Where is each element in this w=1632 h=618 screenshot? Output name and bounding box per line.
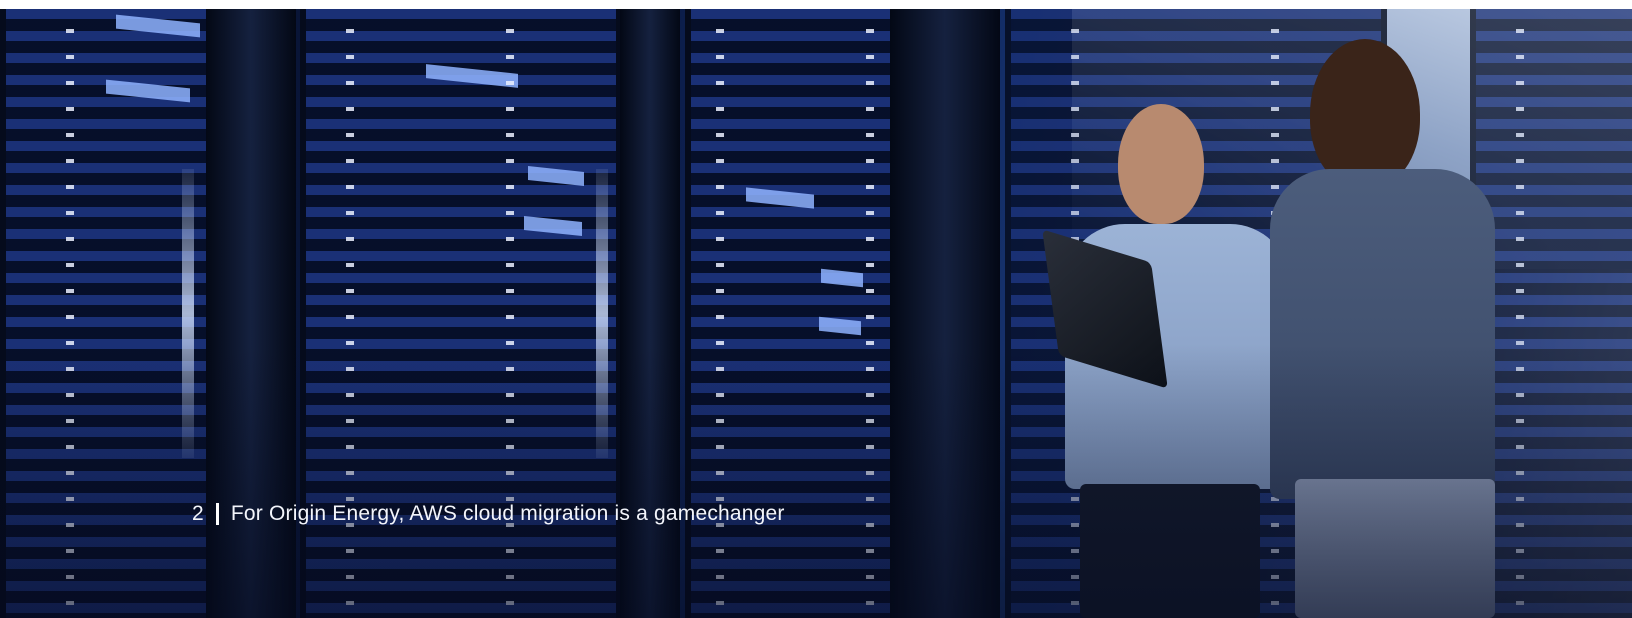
- caption-text[interactable]: For Origin Energy, AWS cloud migration i…: [231, 502, 785, 526]
- caption-number: 2: [192, 502, 204, 525]
- hero-caption[interactable]: 2 For Origin Energy, AWS cloud migration…: [192, 502, 785, 526]
- hero-banner: 2 For Origin Energy, AWS cloud migration…: [0, 9, 1632, 618]
- image-overlay: [0, 9, 1632, 618]
- caption-divider: [215, 503, 219, 525]
